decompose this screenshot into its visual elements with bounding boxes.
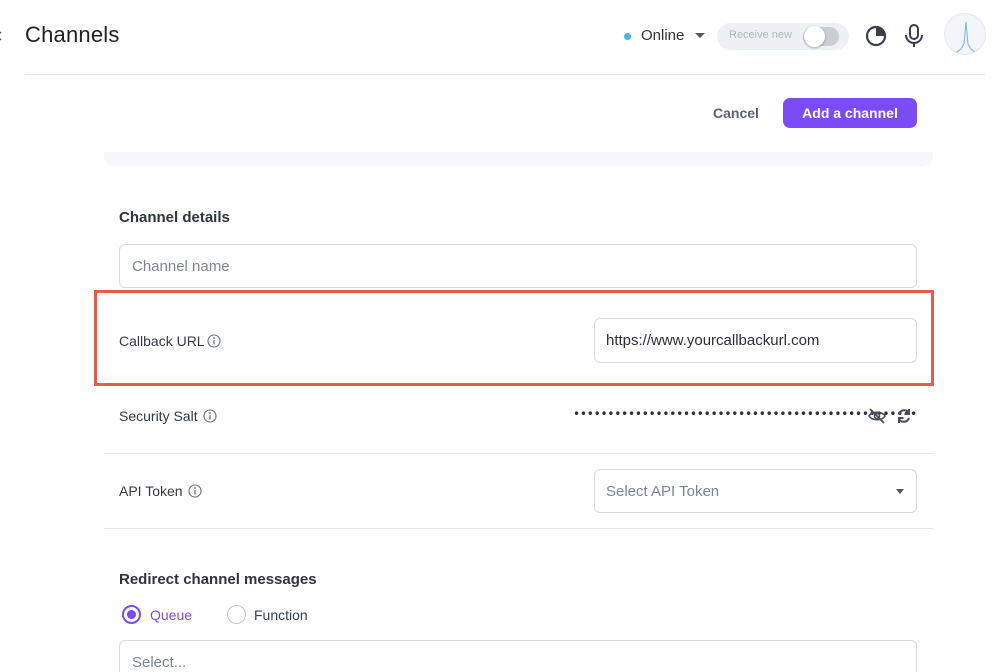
security-salt-label: Security Salt: [119, 408, 198, 424]
receive-new-label: Receive new: [729, 29, 792, 41]
row-divider: [104, 453, 933, 454]
chevron-down-icon[interactable]: [695, 33, 705, 38]
redirect-select[interactable]: Select...: [119, 640, 917, 672]
security-salt-value: ••••••••••••••••••••••••••••••••••••••••…: [573, 407, 917, 421]
info-icon[interactable]: [203, 409, 217, 423]
refresh-icon[interactable]: [895, 406, 913, 426]
avatar[interactable]: [944, 13, 986, 55]
channel-name-placeholder: Channel name: [132, 258, 230, 275]
api-token-label: API Token: [119, 483, 183, 499]
page-title: Channels: [25, 22, 120, 47]
highlight-box: [94, 290, 934, 386]
chevron-down-icon[interactable]: [896, 489, 904, 494]
status-dot: [624, 33, 631, 40]
redirect-title: Redirect channel messages: [119, 571, 317, 588]
card-edge: [104, 152, 933, 166]
eye-off-icon[interactable]: [867, 407, 887, 425]
pie-chart-icon[interactable]: [864, 24, 888, 48]
toggle-knob[interactable]: [804, 26, 825, 47]
api-token-placeholder: Select API Token: [606, 483, 720, 500]
channel-details-title: Channel details: [119, 209, 230, 226]
queue-radio-label[interactable]: Queue: [150, 607, 192, 623]
queue-radio[interactable]: [122, 605, 141, 624]
info-icon[interactable]: [188, 484, 202, 498]
arrow-left-icon[interactable]: [0, 26, 6, 46]
header-divider: [25, 74, 985, 75]
row-divider: [104, 528, 933, 529]
function-radio[interactable]: [227, 605, 246, 624]
add-channel-button[interactable]: Add a channel: [783, 98, 917, 128]
api-token-select[interactable]: Select API Token: [594, 469, 917, 513]
channel-name-field[interactable]: Channel name: [119, 244, 917, 288]
microphone-icon[interactable]: [903, 23, 925, 49]
function-radio-label[interactable]: Function: [254, 607, 308, 623]
status-label[interactable]: Online: [641, 27, 684, 44]
redirect-select-placeholder: Select...: [132, 654, 187, 671]
cancel-button[interactable]: Cancel: [704, 98, 768, 128]
